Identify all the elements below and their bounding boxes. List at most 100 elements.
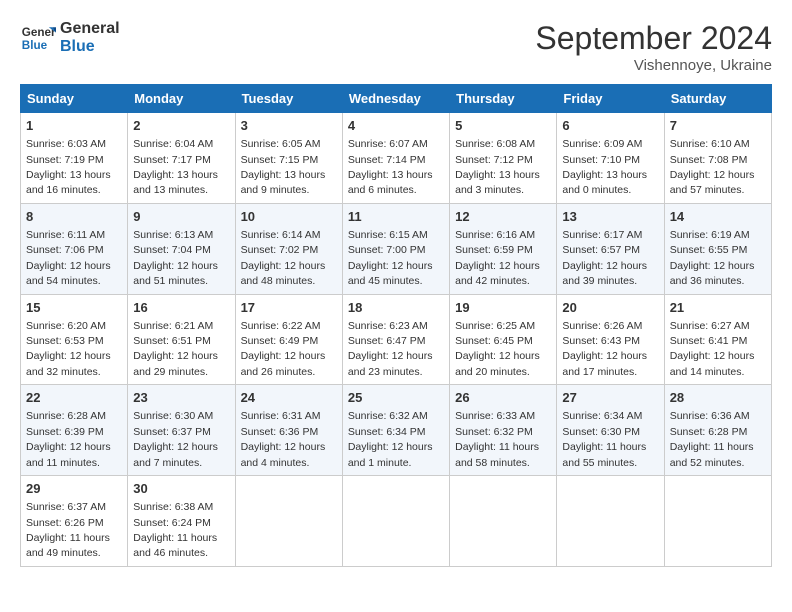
day-info: Sunrise: 6:37 AMSunset: 6:26 PMDaylight:… <box>26 501 110 559</box>
day-number: 2 <box>133 117 229 135</box>
calendar-cell: 30 Sunrise: 6:38 AMSunset: 6:24 PMDaylig… <box>128 476 235 567</box>
calendar-cell: 2 Sunrise: 6:04 AMSunset: 7:17 PMDayligh… <box>128 113 235 204</box>
header-friday: Friday <box>557 85 664 113</box>
day-number: 8 <box>26 208 122 226</box>
calendar-cell <box>235 476 342 567</box>
week-row-4: 22 Sunrise: 6:28 AMSunset: 6:39 PMDaylig… <box>21 385 772 476</box>
week-row-1: 1 Sunrise: 6:03 AMSunset: 7:19 PMDayligh… <box>21 113 772 204</box>
day-number: 11 <box>348 208 444 226</box>
day-info: Sunrise: 6:26 AMSunset: 6:43 PMDaylight:… <box>562 320 647 378</box>
calendar-cell: 16 Sunrise: 6:21 AMSunset: 6:51 PMDaylig… <box>128 294 235 385</box>
header-tuesday: Tuesday <box>235 85 342 113</box>
logo: General Blue General Blue <box>20 20 120 56</box>
calendar-cell: 6 Sunrise: 6:09 AMSunset: 7:10 PMDayligh… <box>557 113 664 204</box>
calendar-header-row: SundayMondayTuesdayWednesdayThursdayFrid… <box>21 85 772 113</box>
calendar-cell: 23 Sunrise: 6:30 AMSunset: 6:37 PMDaylig… <box>128 385 235 476</box>
title-block: September 2024 Vishennoye, Ukraine <box>535 20 772 74</box>
location-subtitle: Vishennoye, Ukraine <box>535 57 772 74</box>
day-info: Sunrise: 6:14 AMSunset: 7:02 PMDaylight:… <box>241 229 326 287</box>
calendar-body: 1 Sunrise: 6:03 AMSunset: 7:19 PMDayligh… <box>21 113 772 567</box>
calendar-cell: 5 Sunrise: 6:08 AMSunset: 7:12 PMDayligh… <box>450 113 557 204</box>
day-info: Sunrise: 6:15 AMSunset: 7:00 PMDaylight:… <box>348 229 433 287</box>
calendar-cell: 21 Sunrise: 6:27 AMSunset: 6:41 PMDaylig… <box>664 294 771 385</box>
day-number: 23 <box>133 389 229 407</box>
day-number: 13 <box>562 208 658 226</box>
svg-text:Blue: Blue <box>22 39 48 52</box>
day-number: 16 <box>133 299 229 317</box>
calendar-cell: 8 Sunrise: 6:11 AMSunset: 7:06 PMDayligh… <box>21 203 128 294</box>
day-number: 30 <box>133 480 229 498</box>
day-info: Sunrise: 6:09 AMSunset: 7:10 PMDaylight:… <box>562 138 647 196</box>
calendar-cell: 11 Sunrise: 6:15 AMSunset: 7:00 PMDaylig… <box>342 203 449 294</box>
logo-text-general: General <box>60 20 120 38</box>
header-wednesday: Wednesday <box>342 85 449 113</box>
day-number: 24 <box>241 389 337 407</box>
calendar-cell: 28 Sunrise: 6:36 AMSunset: 6:28 PMDaylig… <box>664 385 771 476</box>
day-info: Sunrise: 6:38 AMSunset: 6:24 PMDaylight:… <box>133 501 217 559</box>
calendar-cell: 27 Sunrise: 6:34 AMSunset: 6:30 PMDaylig… <box>557 385 664 476</box>
calendar-cell: 13 Sunrise: 6:17 AMSunset: 6:57 PMDaylig… <box>557 203 664 294</box>
day-number: 12 <box>455 208 551 226</box>
day-info: Sunrise: 6:08 AMSunset: 7:12 PMDaylight:… <box>455 138 540 196</box>
month-title: September 2024 <box>535 20 772 57</box>
day-number: 15 <box>26 299 122 317</box>
day-number: 29 <box>26 480 122 498</box>
calendar-cell: 12 Sunrise: 6:16 AMSunset: 6:59 PMDaylig… <box>450 203 557 294</box>
day-info: Sunrise: 6:04 AMSunset: 7:17 PMDaylight:… <box>133 138 218 196</box>
header-saturday: Saturday <box>664 85 771 113</box>
day-number: 28 <box>670 389 766 407</box>
calendar-cell: 7 Sunrise: 6:10 AMSunset: 7:08 PMDayligh… <box>664 113 771 204</box>
day-info: Sunrise: 6:32 AMSunset: 6:34 PMDaylight:… <box>348 410 433 468</box>
day-info: Sunrise: 6:27 AMSunset: 6:41 PMDaylight:… <box>670 320 755 378</box>
calendar-cell: 18 Sunrise: 6:23 AMSunset: 6:47 PMDaylig… <box>342 294 449 385</box>
calendar-cell <box>664 476 771 567</box>
day-info: Sunrise: 6:34 AMSunset: 6:30 PMDaylight:… <box>562 410 646 468</box>
calendar-cell <box>557 476 664 567</box>
header-sunday: Sunday <box>21 85 128 113</box>
day-info: Sunrise: 6:22 AMSunset: 6:49 PMDaylight:… <box>241 320 326 378</box>
day-info: Sunrise: 6:19 AMSunset: 6:55 PMDaylight:… <box>670 229 755 287</box>
week-row-3: 15 Sunrise: 6:20 AMSunset: 6:53 PMDaylig… <box>21 294 772 385</box>
day-info: Sunrise: 6:11 AMSunset: 7:06 PMDaylight:… <box>26 229 111 287</box>
calendar-cell: 20 Sunrise: 6:26 AMSunset: 6:43 PMDaylig… <box>557 294 664 385</box>
logo-icon: General Blue <box>20 20 56 56</box>
day-info: Sunrise: 6:23 AMSunset: 6:47 PMDaylight:… <box>348 320 433 378</box>
day-number: 5 <box>455 117 551 135</box>
day-number: 6 <box>562 117 658 135</box>
calendar-cell: 10 Sunrise: 6:14 AMSunset: 7:02 PMDaylig… <box>235 203 342 294</box>
logo-text-blue: Blue <box>60 38 120 56</box>
day-number: 1 <box>26 117 122 135</box>
day-number: 18 <box>348 299 444 317</box>
day-info: Sunrise: 6:17 AMSunset: 6:57 PMDaylight:… <box>562 229 647 287</box>
day-number: 14 <box>670 208 766 226</box>
day-info: Sunrise: 6:13 AMSunset: 7:04 PMDaylight:… <box>133 229 218 287</box>
calendar-cell: 19 Sunrise: 6:25 AMSunset: 6:45 PMDaylig… <box>450 294 557 385</box>
header-monday: Monday <box>128 85 235 113</box>
day-number: 19 <box>455 299 551 317</box>
calendar-cell: 26 Sunrise: 6:33 AMSunset: 6:32 PMDaylig… <box>450 385 557 476</box>
page-header: General Blue General Blue September 2024… <box>20 20 772 74</box>
day-info: Sunrise: 6:36 AMSunset: 6:28 PMDaylight:… <box>670 410 754 468</box>
day-info: Sunrise: 6:30 AMSunset: 6:37 PMDaylight:… <box>133 410 218 468</box>
day-info: Sunrise: 6:21 AMSunset: 6:51 PMDaylight:… <box>133 320 218 378</box>
day-number: 22 <box>26 389 122 407</box>
day-info: Sunrise: 6:33 AMSunset: 6:32 PMDaylight:… <box>455 410 539 468</box>
header-thursday: Thursday <box>450 85 557 113</box>
day-number: 3 <box>241 117 337 135</box>
calendar-table: SundayMondayTuesdayWednesdayThursdayFrid… <box>20 84 772 567</box>
week-row-5: 29 Sunrise: 6:37 AMSunset: 6:26 PMDaylig… <box>21 476 772 567</box>
day-number: 21 <box>670 299 766 317</box>
day-info: Sunrise: 6:25 AMSunset: 6:45 PMDaylight:… <box>455 320 540 378</box>
calendar-cell <box>450 476 557 567</box>
calendar-cell: 25 Sunrise: 6:32 AMSunset: 6:34 PMDaylig… <box>342 385 449 476</box>
day-number: 17 <box>241 299 337 317</box>
day-number: 20 <box>562 299 658 317</box>
day-number: 4 <box>348 117 444 135</box>
calendar-cell: 22 Sunrise: 6:28 AMSunset: 6:39 PMDaylig… <box>21 385 128 476</box>
day-info: Sunrise: 6:03 AMSunset: 7:19 PMDaylight:… <box>26 138 111 196</box>
day-info: Sunrise: 6:10 AMSunset: 7:08 PMDaylight:… <box>670 138 755 196</box>
day-number: 25 <box>348 389 444 407</box>
calendar-cell: 4 Sunrise: 6:07 AMSunset: 7:14 PMDayligh… <box>342 113 449 204</box>
calendar-cell: 29 Sunrise: 6:37 AMSunset: 6:26 PMDaylig… <box>21 476 128 567</box>
day-number: 10 <box>241 208 337 226</box>
